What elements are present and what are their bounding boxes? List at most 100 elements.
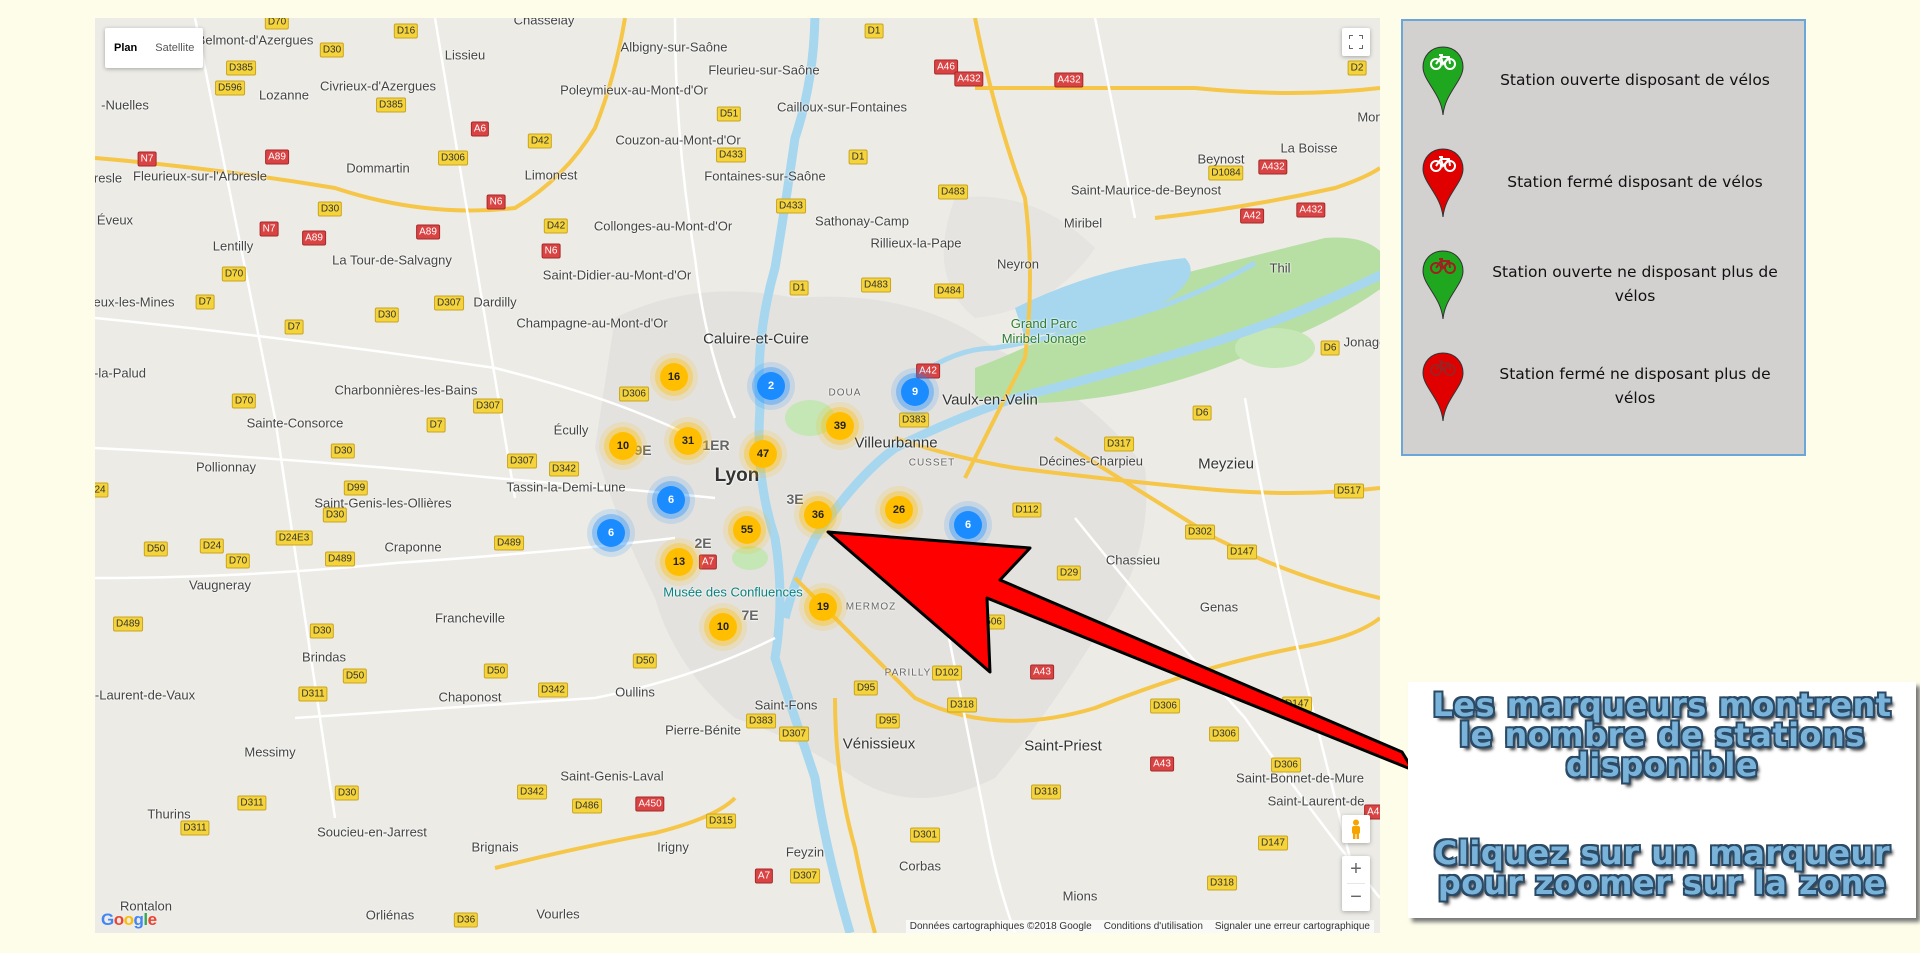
map-pin-icon bbox=[1422, 352, 1464, 422]
place-label: Lozanne bbox=[259, 87, 309, 103]
map[interactable]: Chasselay Albigny-sur-Saône Belmont-d'Azer… bbox=[95, 18, 1380, 933]
cluster-marker[interactable]: 19 bbox=[809, 593, 837, 621]
place-label: Cailloux-sur-Fontaines bbox=[776, 99, 908, 115]
place-label: Fontaines-sur-Saône bbox=[704, 168, 826, 184]
place-label: Sathonay-Camp bbox=[815, 213, 909, 229]
road-shield: D6 bbox=[1320, 340, 1340, 356]
road-shield: D95 bbox=[875, 713, 901, 729]
road-shield: D317 bbox=[1104, 436, 1134, 452]
street-view-pegman-button[interactable] bbox=[1342, 815, 1370, 843]
place-label: Poleymieux-au-Mont-d'Or bbox=[560, 82, 708, 98]
road-shield: D147 bbox=[1258, 835, 1288, 851]
road-shield: D30 bbox=[334, 785, 360, 801]
place-label: Mions bbox=[1062, 888, 1098, 904]
district-label: 2E bbox=[694, 535, 712, 551]
place-label: Belmont-d'Azergues bbox=[196, 32, 314, 48]
map-pin-icon bbox=[1422, 148, 1464, 218]
cluster-marker[interactable]: 6 bbox=[597, 519, 625, 547]
road-shield: D311 bbox=[180, 820, 210, 836]
road-shield: D307 bbox=[779, 726, 809, 742]
google-logo: Google bbox=[101, 910, 157, 929]
road-shield: D318 bbox=[1031, 784, 1061, 800]
cluster-marker[interactable]: 55 bbox=[733, 516, 761, 544]
place-label: Soucieu-en-Jarrest bbox=[317, 824, 427, 840]
map-type-satellite-button[interactable]: Satellite bbox=[146, 28, 203, 68]
place-label: Brindas bbox=[301, 649, 347, 665]
place-label: Saint-Genis-Laval bbox=[560, 768, 664, 784]
road-shield: A432 bbox=[954, 71, 984, 87]
fullscreen-icon bbox=[1349, 35, 1363, 49]
road-shield: D112 bbox=[1012, 502, 1042, 518]
district-label: 9E bbox=[634, 442, 652, 458]
cluster-marker[interactable]: 16 bbox=[660, 363, 688, 391]
place-label: -Nuelles bbox=[101, 97, 149, 113]
road-shield: D24E3 bbox=[275, 530, 313, 546]
zoom-out-button[interactable]: − bbox=[1350, 884, 1362, 911]
road-shield: D16 bbox=[393, 23, 419, 39]
place-label: Messimy bbox=[244, 744, 296, 760]
place-label: Brignais bbox=[471, 839, 519, 855]
terms-link[interactable]: Conditions d'utilisation bbox=[1104, 921, 1203, 932]
road-shield: D311 bbox=[237, 795, 267, 811]
place-label: Lissieu bbox=[444, 47, 486, 63]
road-shield: D307 bbox=[790, 868, 820, 884]
place-label: Feyzin bbox=[785, 844, 825, 860]
cluster-marker[interactable]: 39 bbox=[826, 412, 854, 440]
cluster-marker[interactable]: 6 bbox=[657, 486, 685, 514]
place-label: Décines-Charpieu bbox=[1038, 453, 1144, 469]
place-label: Dommartin bbox=[346, 160, 410, 176]
road-shield: D307 bbox=[507, 453, 537, 469]
road-shield: D306 bbox=[438, 150, 468, 166]
road-shield: D517 bbox=[1334, 483, 1364, 499]
road-shield: D311 bbox=[298, 686, 328, 702]
zoom-in-button[interactable]: + bbox=[1350, 856, 1362, 883]
road-shield: D306 bbox=[1209, 726, 1239, 742]
cluster-marker[interactable]: 13 bbox=[665, 548, 693, 576]
road-shield: D70 bbox=[264, 18, 290, 30]
place-label: Couzon-au-Mont-d'Or bbox=[615, 132, 741, 148]
cluster-marker[interactable]: 31 bbox=[674, 427, 702, 455]
cluster-marker[interactable]: 10 bbox=[609, 432, 637, 460]
legend-item: Station fermé disposant de vélos bbox=[1421, 147, 1791, 218]
cluster-marker[interactable]: 47 bbox=[749, 440, 777, 468]
annotation-box: Les marqueurs montrent le nombre de stat… bbox=[1408, 682, 1916, 918]
map-type-control[interactable]: Plan Satellite bbox=[105, 28, 204, 68]
road-shield: D1 bbox=[789, 280, 809, 296]
road-shield: A43 bbox=[1150, 756, 1174, 772]
road-shield: D29 bbox=[1056, 565, 1082, 581]
road-shield: D24 bbox=[199, 538, 225, 554]
place-label: Saint-Laurent-de bbox=[1267, 793, 1365, 809]
road-shield: D147 bbox=[1282, 696, 1312, 712]
cluster-marker[interactable]: 9 bbox=[901, 378, 929, 406]
place-label: Charbonnières-les-Bains bbox=[334, 382, 478, 398]
road-shield: A43 bbox=[1030, 664, 1054, 680]
cluster-marker[interactable]: 2 bbox=[757, 372, 785, 400]
road-shield: D30 bbox=[319, 42, 345, 58]
map-type-plan-button[interactable]: Plan bbox=[105, 28, 146, 68]
road-shield: D147 bbox=[1227, 544, 1257, 560]
road-shield: D489 bbox=[325, 551, 355, 567]
place-label: Fleurieu-sur-Saône bbox=[708, 62, 820, 78]
road-shield: D433 bbox=[776, 198, 806, 214]
cluster-marker[interactable]: 6 bbox=[954, 511, 982, 539]
road-shield: D506 bbox=[975, 614, 1005, 630]
road-shield: A432 bbox=[1258, 159, 1288, 175]
place-label: Lyon bbox=[714, 465, 760, 486]
road-shield: D483 bbox=[938, 184, 968, 200]
cluster-marker[interactable]: 26 bbox=[885, 496, 913, 524]
road-shield: D315 bbox=[706, 813, 736, 829]
place-label: La Tour-de-Salvagny bbox=[332, 252, 452, 268]
road-shield: D42 bbox=[543, 218, 569, 234]
cluster-marker[interactable]: 10 bbox=[709, 613, 737, 641]
place-label: Saint-Bonnet-de-Mure bbox=[1236, 770, 1364, 786]
place-label: Irigny bbox=[657, 839, 689, 855]
road-shield: D30 bbox=[317, 201, 343, 217]
place-label: Éveux bbox=[96, 212, 134, 228]
road-shield: D1 bbox=[864, 23, 884, 39]
legend-label: Station ouverte disposant de vélos bbox=[1500, 71, 1770, 89]
zoom-control[interactable]: + − bbox=[1342, 856, 1370, 911]
report-error-link[interactable]: Signaler une erreur cartographique bbox=[1215, 921, 1370, 932]
cluster-marker[interactable]: 36 bbox=[804, 501, 832, 529]
place-label: Caluire-et-Cuire bbox=[703, 330, 809, 348]
fullscreen-button[interactable] bbox=[1342, 28, 1370, 56]
